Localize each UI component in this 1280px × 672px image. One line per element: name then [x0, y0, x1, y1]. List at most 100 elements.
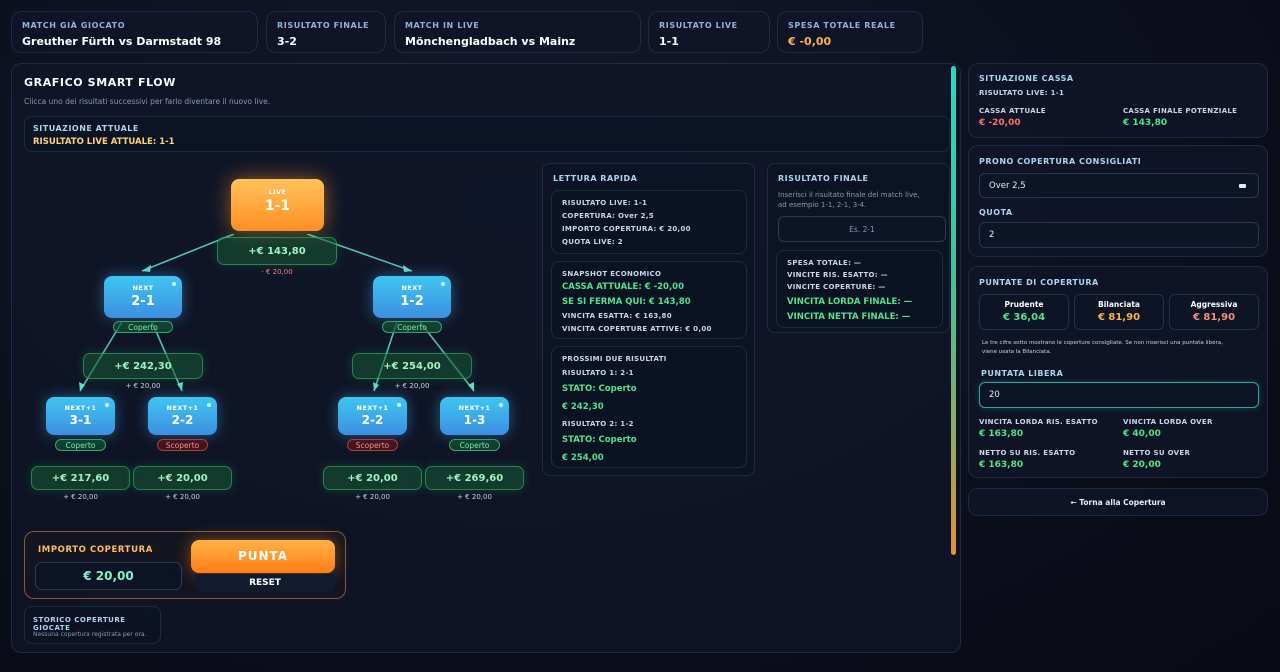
puntate-note-1: Le tre cifre sotto mostrano le coperture…	[982, 340, 1223, 346]
option-name: Prudente	[1004, 300, 1044, 309]
puntate-note-2: viene usata la Bilanciata.	[982, 349, 1052, 355]
history-empty: Nessuna copertura registrata per ora.	[33, 631, 147, 638]
flow-subtitle: Clicca uno dei risultati successivi per …	[24, 97, 271, 106]
final-result-panel: RISULTATO FINALE Inserisci il risultato …	[767, 163, 950, 333]
leaf-sub-amount: + € 20,00	[63, 493, 98, 501]
cassa-sub: RISULTATO LIVE: 1-1	[979, 89, 1065, 97]
option-value: € 36,04	[1002, 312, 1046, 323]
option-prudente[interactable]: Prudente € 36,04	[979, 294, 1069, 330]
node-score: 2-1	[131, 294, 155, 309]
node-score: 2-2	[171, 413, 194, 427]
quick-block-snapshot: SNAPSHOT ECONOMICO CASSA ATTUALE: € -20,…	[551, 261, 747, 339]
snapshot-active: VINCITA COPERTURE ATTIVE: € 0,00	[562, 325, 712, 333]
summary-value: 3-2	[277, 35, 297, 48]
cassa-attuale-value: € -20,00	[979, 118, 1021, 128]
live-win-amount: +€ 143,80	[217, 237, 337, 265]
quick-line: QUOTA LIVE: 2	[562, 238, 623, 246]
next-r1-label: RISULTATO 1: 2-1	[562, 369, 634, 377]
tree-node-next-1-2[interactable]: NEXT 1-2	[373, 276, 451, 318]
summary-label: RISULTATO LIVE	[659, 21, 738, 30]
summary-played-match: MATCH GIÀ GIOCATO Greuther Fürth vs Darm…	[11, 11, 258, 53]
stat-label: NETTO SU RIS. ESATTO	[979, 449, 1076, 457]
tree-node-leaf-3-1[interactable]: NEXT+1 3-1	[46, 397, 115, 435]
node-dot-icon	[499, 403, 503, 407]
tree-node-leaf-2-2[interactable]: NEXT+1 2-2	[148, 397, 217, 435]
final-netta: VINCITA NETTA FINALE: —	[787, 312, 911, 322]
leaf-sub-amount: + € 20,00	[457, 493, 492, 501]
final-result-input[interactable]: Es. 2-1	[778, 216, 946, 242]
reset-button[interactable]: RESET	[195, 574, 335, 592]
summary-value: € -0,00	[788, 35, 832, 48]
quick-block-next: PROSSIMI DUE RISULTATI RISULTATO 1: 2-1 …	[551, 346, 747, 468]
summary-label: MATCH GIÀ GIOCATO	[22, 21, 126, 30]
node-tag: NEXT	[401, 284, 423, 292]
option-value: € 81,90	[1097, 312, 1141, 323]
node-score: 1-3	[463, 413, 486, 427]
tree-node-leaf-1-3[interactable]: NEXT+1 1-3	[440, 397, 509, 435]
node-score: 1-1	[264, 198, 291, 214]
next-r2-label: RISULTATO 2: 1-2	[562, 420, 634, 428]
situation-value: RISULTATO LIVE ATTUALE: 1-1	[33, 137, 175, 147]
tree-node-leaf-2-2[interactable]: NEXT+1 2-2	[338, 397, 407, 435]
bet-label: IMPORTO COPERTURA	[38, 545, 153, 555]
tree-node-next-2-1[interactable]: NEXT 2-1	[104, 276, 182, 318]
history-title: STORICO COPERTURE GIOCATE	[33, 616, 126, 632]
quick-line: IMPORTO COPERTURA: € 20,00	[562, 225, 691, 233]
punta-button[interactable]: PUNTA	[191, 540, 335, 573]
next-win-amount: +€ 254,00	[352, 353, 472, 379]
summary-label: SPESA TOTALE REALE	[788, 21, 896, 30]
puntate-panel: PUNTATE DI COPERTURA Prudente € 36,04 Bi…	[968, 266, 1268, 478]
node-dot-icon	[207, 403, 211, 407]
final-vinc-ris: VINCITE RIS. ESATTO: —	[787, 271, 888, 279]
status-badge: Coperto	[113, 321, 173, 333]
node-dot-icon	[441, 282, 445, 286]
panel-scrollbar[interactable]	[951, 66, 956, 555]
smart-flow-panel: GRAFICO SMART FLOW Clicca uno dei risult…	[11, 63, 961, 653]
node-score: 2-2	[361, 413, 384, 427]
option-bilanciata[interactable]: Bilanciata € 81,90	[1074, 294, 1164, 330]
node-dot-icon	[172, 282, 176, 286]
option-aggressiva[interactable]: Aggressiva € 81,90	[1169, 294, 1259, 330]
node-tag: LIVE	[268, 188, 287, 196]
status-badge: Coperto	[55, 439, 106, 451]
option-name: Bilanciata	[1098, 300, 1140, 309]
bet-amount-input[interactable]: € 20,00	[35, 562, 182, 590]
quick-block-live: RISULTATO LIVE: 1-1 COPERTURA: Over 2,5 …	[551, 190, 747, 254]
leaf-win-amount: +€ 269,60	[425, 466, 524, 490]
snapshot-exact: VINCITA ESATTA: € 163,80	[562, 312, 672, 320]
snapshot-cassa: CASSA ATTUALE: € -20,00	[562, 282, 685, 292]
prono-select[interactable]: Over 2,5	[979, 173, 1259, 198]
leaf-sub-amount: + € 20,00	[165, 493, 200, 501]
current-situation: SITUAZIONE ATTUALE RISULTATO LIVE ATTUAL…	[24, 116, 950, 152]
node-dot-icon	[105, 403, 109, 407]
final-vinc-cop: VINCITE COPERTURE: —	[787, 283, 886, 291]
quota-input[interactable]: 2	[979, 222, 1259, 248]
leaf-win-amount: +€ 217,60	[31, 466, 130, 490]
stat-value: € 163,80	[979, 460, 1024, 470]
cassa-title: SITUAZIONE CASSA	[979, 74, 1074, 83]
dropdown-icon	[1239, 184, 1246, 188]
status-badge: Coperto	[382, 321, 442, 333]
summary-final-result: RISULTATO FINALE 3-2	[266, 11, 386, 53]
leaf-win-amount: +€ 20,00	[133, 466, 232, 490]
summary-live-match: MATCH IN LIVE Mönchengladbach vs Mainz	[394, 11, 641, 53]
snapshot-title: SNAPSHOT ECONOMICO	[562, 270, 662, 278]
flow-title: GRAFICO SMART FLOW	[24, 76, 176, 89]
next-r2-value: € 254,00	[562, 453, 604, 463]
next-win-amount: +€ 242,30	[83, 353, 203, 379]
leaf-win-amount: +€ 20,00	[323, 466, 422, 490]
summary-total-spend: SPESA TOTALE REALE € -0,00	[777, 11, 923, 53]
libera-label: PUNTATA LIBERA	[981, 369, 1064, 378]
stat-label: NETTO SU OVER	[1123, 449, 1191, 457]
tree-node-live[interactable]: LIVE 1-1	[231, 179, 324, 231]
summary-live-result: RISULTATO LIVE 1-1	[648, 11, 770, 53]
status-badge: Coperto	[449, 439, 500, 451]
back-to-coverage-button[interactable]: ← Torna alla Copertura	[968, 488, 1268, 516]
libera-input[interactable]: 20	[979, 382, 1259, 408]
puntate-title: PUNTATE DI COPERTURA	[979, 278, 1099, 287]
live-sub-amount: - € 20,00	[261, 268, 293, 276]
next-sub-amount: + € 20,00	[125, 382, 161, 390]
final-spesa: SPESA TOTALE: —	[787, 259, 862, 267]
summary-value: Greuther Fürth vs Darmstadt 98	[22, 35, 222, 48]
cassa-panel: SITUAZIONE CASSA RISULTATO LIVE: 1-1 CAS…	[968, 63, 1268, 138]
